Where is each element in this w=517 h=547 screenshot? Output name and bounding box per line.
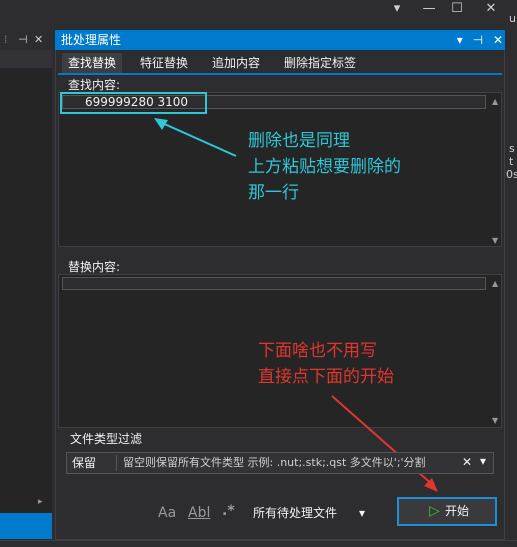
file-type-filter-input[interactable]: 留空则保留所有文件类型 示例: .nut;.stk;.qst 多文件以';'分割: [123, 454, 453, 472]
edge-fragment: t: [509, 155, 514, 168]
scroll-down-icon[interactable]: ▼: [492, 416, 498, 425]
edge-fragment: 0s: [506, 168, 517, 181]
tab-feature-replace[interactable]: 特征替换: [134, 53, 194, 73]
scroll-up-icon[interactable]: ▲: [492, 279, 498, 288]
clear-icon[interactable]: ✕: [462, 455, 472, 469]
left-panel-subbar: [0, 50, 52, 68]
scope-select[interactable]: 所有待处理文件 ▾: [253, 502, 373, 524]
tab-underline: [58, 73, 502, 75]
find-value[interactable]: 699999280 3100: [85, 95, 188, 109]
dialog-title-icons: ▾ ⊣ ✕: [457, 30, 503, 50]
left-tool-panel: [0, 30, 52, 518]
pin-icon[interactable]: ⊣: [473, 33, 483, 47]
keep-mode-select[interactable]: 保留: [68, 454, 118, 472]
chevron-down-icon: ▾: [359, 506, 366, 520]
annotation-cyan-line-3: 那一行: [248, 183, 299, 203]
scroll-down-icon[interactable]: ▼: [492, 236, 498, 245]
tab-delete-tags[interactable]: 删除指定标签: [278, 53, 362, 73]
annotation-red-arrow: [331, 395, 438, 492]
scope-select-label: 所有待处理文件: [253, 506, 338, 520]
find-label: 查找内容:: [68, 78, 121, 92]
edge-fragment: s: [509, 142, 515, 155]
close-window-button[interactable]: ✕: [478, 0, 504, 20]
file-type-filter-label: 文件类型过滤: [70, 432, 143, 446]
tab-find-replace[interactable]: 查找替换: [62, 53, 123, 73]
close-panel-icon[interactable]: ✕: [34, 30, 43, 50]
replace-line: [62, 277, 486, 290]
maximize-button[interactable]: ☐: [444, 0, 470, 20]
annotation-red-line-1: 下面啥也不用写: [258, 341, 377, 361]
left-panel-selected-row: [0, 513, 52, 539]
window-menu-dropdown-icon[interactable]: ▾: [384, 0, 410, 20]
scroll-right-icon[interactable]: ▸: [38, 497, 43, 507]
replace-label: 替换内容:: [68, 260, 121, 274]
close-icon[interactable]: ✕: [493, 33, 503, 47]
annotation-red-line-2: 直接点下面的开始: [258, 367, 394, 387]
annotation-cyan-line-2: 上方粘贴想要删除的: [248, 157, 401, 177]
left-panel-header: ⁞ ⊣ ✕: [0, 30, 52, 50]
filter-dropdown-icon[interactable]: ▾: [480, 454, 486, 468]
start-button[interactable]: ▷ 开始: [397, 497, 497, 526]
minimize-button[interactable]: —: [416, 0, 442, 20]
match-case-icon[interactable]: Aa: [158, 505, 176, 521]
filter-divider: [116, 455, 117, 471]
grip-icon: ⁞: [4, 33, 8, 46]
annotation-cyan-line-1: 删除也是同理: [248, 131, 350, 151]
status-strip: [0, 540, 517, 547]
dialog-title: 批处理属性: [55, 30, 505, 50]
dropdown-icon[interactable]: ▾: [457, 33, 463, 47]
start-button-label: 开始: [445, 504, 470, 518]
regex-icon[interactable]: .*: [222, 503, 235, 519]
edge-fragment: u: [509, 12, 516, 25]
whole-word-icon[interactable]: Abl: [188, 505, 210, 521]
tab-append-content[interactable]: 追加内容: [206, 53, 266, 73]
annotation-cyan-arrow: [154, 118, 237, 157]
play-icon: ▷: [429, 503, 440, 519]
pin-icon[interactable]: ⊣: [18, 30, 28, 50]
scroll-up-icon[interactable]: ▲: [492, 97, 498, 106]
